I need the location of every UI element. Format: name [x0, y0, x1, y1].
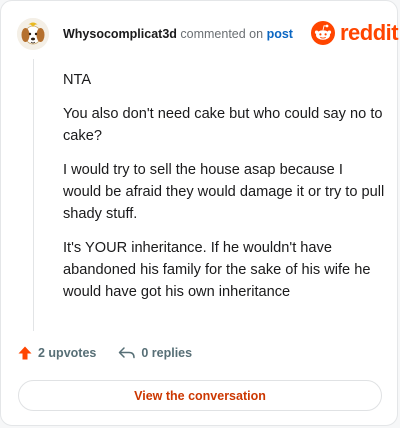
thread-line	[33, 59, 34, 331]
dog-avatar-icon	[17, 18, 49, 50]
comment-embed-card: Whysocomplicat3d commented on post reddi…	[0, 0, 399, 426]
upvote-arrow-icon	[18, 346, 32, 360]
reply-button[interactable]: 0 replies	[118, 345, 192, 361]
commented-on-text: commented on	[180, 27, 264, 41]
comment-actions: 2 upvotes 0 replies	[17, 345, 214, 361]
reddit-wordmark: reddit	[340, 20, 399, 45]
comment-paragraph: I would try to sell the house asap becau…	[63, 162, 385, 222]
reddit-logo[interactable]: reddit	[311, 20, 399, 46]
comment-header: Whysocomplicat3d commented on post	[63, 27, 293, 41]
avatar[interactable]	[17, 18, 49, 50]
reply-arrow-icon	[119, 347, 136, 359]
upvote-button[interactable]: 2 upvotes	[17, 345, 96, 361]
comment-paragraph: NTA	[63, 72, 92, 88]
upvote-count: 2 upvotes	[38, 346, 97, 360]
reddit-snoo-icon	[311, 21, 335, 45]
view-conversation-button[interactable]: View the conversation	[18, 380, 382, 411]
reply-count: 0 replies	[141, 346, 193, 360]
comment-body: NTA You also don't need cake but who cou…	[63, 69, 385, 315]
comment-paragraph: You also don't need cake but who could s…	[63, 106, 383, 144]
comment-paragraph: It's YOUR inheritance. If he wouldn't ha…	[63, 240, 371, 300]
username[interactable]: Whysocomplicat3d	[63, 27, 177, 41]
post-link[interactable]: post	[267, 27, 293, 41]
